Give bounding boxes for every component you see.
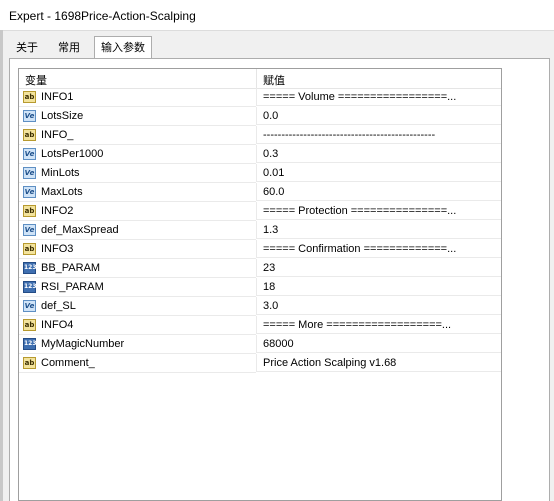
string-type-icon: ab [23,129,36,141]
variable-cell[interactable]: 123 MyMagicNumber [19,335,256,354]
window-title: Expert - 1698Price-Action-Scalping [9,9,196,23]
variable-cell[interactable]: ab INFO3 [19,240,256,259]
variable-name: RSI_PARAM [41,281,104,293]
parameter-row[interactable]: Ve MinLots 0.01 [19,164,501,183]
value-cell[interactable]: ----------------------------------------… [256,126,501,144]
tab-common[interactable]: 常用 [49,38,89,59]
string-type-icon: ab [23,357,36,369]
variable-name: MinLots [41,167,80,179]
variable-cell[interactable]: Ve MaxLots [19,183,256,202]
parameter-row[interactable]: 123 RSI_PARAM 18 [19,278,501,297]
string-type-icon: ab [23,243,36,255]
variable-name: INFO1 [41,91,74,103]
window-left-edge [0,30,3,501]
parameter-row[interactable]: Ve def_MaxSpread 1.3 [19,221,501,240]
parameter-row[interactable]: Ve LotsSize 0.0 [19,107,501,126]
column-divider[interactable] [256,69,257,88]
variable-name: BB_PARAM [41,262,101,274]
string-type-icon: ab [23,319,36,331]
tab-bar: 关于 常用 输入参数 [0,30,554,59]
variable-name: LotsPer1000 [41,148,104,160]
integer-type-icon: 123 [23,262,37,274]
value-cell[interactable]: 1.3 [256,221,501,239]
integer-type-icon: 123 [23,338,37,350]
parameter-row[interactable]: ab INFO4 ===== More ==================... [19,316,501,335]
variable-cell[interactable]: ab INFO_ [19,126,256,145]
value-cell[interactable]: Price Action Scalping v1.68 [256,354,501,372]
variable-cell[interactable]: ab INFO4 [19,316,256,335]
grid-header: 变量 赋值 [19,69,501,89]
value-cell[interactable]: 68000 [256,335,501,353]
string-type-icon: ab [23,205,36,217]
parameter-row[interactable]: ab Comment_ Price Action Scalping v1.68 [19,354,501,373]
tab-about[interactable]: 关于 [9,38,45,59]
double-type-icon: Ve [23,224,36,236]
variable-cell[interactable]: 123 BB_PARAM [19,259,256,278]
variable-name: def_SL [41,300,76,312]
integer-type-icon: 123 [23,281,37,293]
variable-cell[interactable]: Ve MinLots [19,164,256,183]
column-header-variable[interactable]: 变量 [25,72,47,88]
variable-name: INFO3 [41,243,74,255]
parameters-grid: 变量 赋值 ab INFO1 ===== Volume ==============… [18,68,502,501]
variable-cell[interactable]: Ve def_SL [19,297,256,316]
parameter-row[interactable]: ab INFO2 ===== Protection ===============.… [19,202,501,221]
double-type-icon: Ve [23,167,36,179]
variable-name: INFO4 [41,319,74,331]
string-type-icon: ab [23,91,36,103]
parameter-row[interactable]: 123 MyMagicNumber 68000 [19,335,501,354]
value-cell[interactable]: 60.0 [256,183,501,201]
variable-cell[interactable]: Ve LotsSize [19,107,256,126]
value-cell[interactable]: 18 [256,278,501,296]
parameter-row[interactable]: Ve def_SL 3.0 [19,297,501,316]
double-type-icon: Ve [23,148,36,160]
variable-cell[interactable]: 123 RSI_PARAM [19,278,256,297]
double-type-icon: Ve [23,110,36,122]
parameter-row[interactable]: Ve LotsPer1000 0.3 [19,145,501,164]
variable-cell[interactable]: ab Comment_ [19,354,256,373]
value-cell[interactable]: ===== Confirmation =============... [256,240,501,258]
value-cell[interactable]: ===== Volume =================... [256,88,501,106]
variable-name: INFO_ [41,129,74,141]
value-cell[interactable]: 0.3 [256,145,501,163]
value-cell[interactable]: 3.0 [256,297,501,315]
variable-name: INFO2 [41,205,74,217]
variable-cell[interactable]: Ve LotsPer1000 [19,145,256,164]
column-header-value[interactable]: 赋值 [263,72,285,88]
tab-input-parameters[interactable]: 输入参数 [94,36,152,59]
parameter-row[interactable]: ab INFO3 ===== Confirmation =============.… [19,240,501,259]
variable-name: MaxLots [41,186,83,198]
parameter-row[interactable]: Ve MaxLots 60.0 [19,183,501,202]
double-type-icon: Ve [23,300,36,312]
variable-cell[interactable]: ab INFO1 [19,88,256,107]
value-cell[interactable]: 0.0 [256,107,501,125]
variable-cell[interactable]: Ve def_MaxSpread [19,221,256,240]
variable-name: LotsSize [41,110,84,122]
value-cell[interactable]: ===== More ==================... [256,316,501,334]
parameter-row[interactable]: ab INFO1 ===== Volume =================... [19,88,501,107]
variable-name: MyMagicNumber [41,338,125,350]
parameter-row[interactable]: ab INFO_ ---------------------------------… [19,126,501,145]
value-cell[interactable]: ===== Protection ===============... [256,202,501,220]
title-bar: Expert - 1698Price-Action-Scalping [0,0,554,31]
double-type-icon: Ve [23,186,36,198]
value-cell[interactable]: 23 [256,259,501,277]
value-cell[interactable]: 0.01 [256,164,501,182]
parameter-row[interactable]: 123 BB_PARAM 23 [19,259,501,278]
variable-cell[interactable]: ab INFO2 [19,202,256,221]
variable-name: Comment_ [41,357,95,369]
variable-name: def_MaxSpread [41,224,119,236]
